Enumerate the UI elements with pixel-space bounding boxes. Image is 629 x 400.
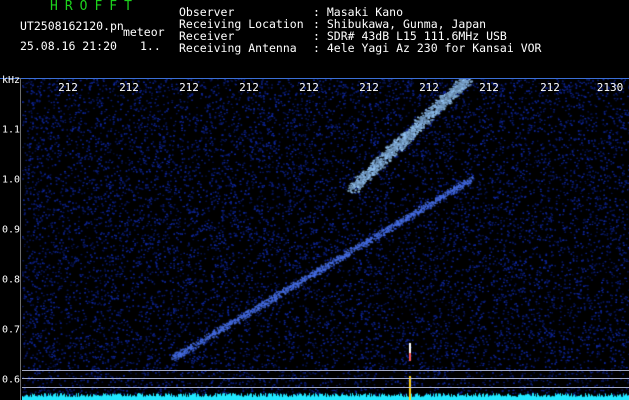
time-tick-label: 212 <box>58 81 78 94</box>
freq-tick-label: 0.6 <box>2 374 21 386</box>
frequency-axis-line <box>20 78 21 400</box>
time-tick-label: 212 <box>359 81 379 94</box>
timestamp: 25.08.16 21:20 <box>20 39 117 53</box>
antenna-label: Receiving Antenna <box>179 41 297 55</box>
file-name: UT2508162120.pn <box>20 19 124 33</box>
time-tick-label: 212 <box>299 81 319 94</box>
time-tick-label: 212 <box>119 81 139 94</box>
page-indicator: 1.. <box>140 39 161 53</box>
freq-tick-label: 0.9 <box>2 224 21 236</box>
time-tick-label: 212 <box>239 81 259 94</box>
reference-line <box>22 370 629 371</box>
time-tick-label: 212 <box>419 81 439 94</box>
waterfall-spectrogram <box>22 78 629 400</box>
time-axis-line <box>0 78 629 79</box>
freq-tick-label: 0.8 <box>2 274 21 286</box>
detection-tag: meteor <box>123 25 165 39</box>
freq-tick-label: 1.1 <box>2 124 21 136</box>
time-tick-label: 212 <box>540 81 560 94</box>
freq-unit-label: kHz <box>2 75 21 86</box>
hrofft-display: HROFFT UT2508162120.pn meteor 25.08.16 2… <box>0 0 629 400</box>
time-tick-label: 2130 <box>596 81 624 94</box>
freq-tick-label: 1.0 <box>2 174 21 186</box>
reference-line <box>22 387 629 388</box>
antenna-value: : 4ele Yagi Az 230 for Kansai VOR <box>313 41 542 55</box>
hrofft-logo: HROFFT <box>50 0 139 14</box>
reference-line <box>22 378 629 379</box>
time-tick-label: 212 <box>179 81 199 94</box>
freq-tick-label: 0.7 <box>2 324 21 336</box>
time-tick-label: 212 <box>479 81 499 94</box>
